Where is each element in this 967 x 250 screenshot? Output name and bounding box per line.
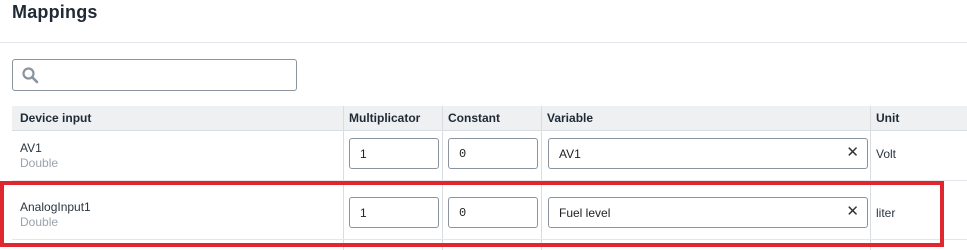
column-header-multiplicator: Multiplicator	[349, 111, 421, 125]
search-field[interactable]	[12, 59, 297, 91]
column-header-unit: Unit	[876, 111, 900, 125]
page-title: Mappings	[12, 2, 98, 22]
unit-value: Volt	[876, 147, 897, 161]
variable-select[interactable]: AV1 ✕	[548, 138, 868, 169]
highlight-box	[0, 181, 944, 247]
constant-value: 0	[459, 147, 467, 161]
multiplicator-input[interactable]: 1	[349, 138, 439, 169]
device-input-name: AV1	[20, 141, 42, 155]
table-header: Device input Multiplicator Constant Vari…	[12, 106, 967, 131]
search-input[interactable]	[45, 64, 290, 86]
column-header-variable: Variable	[547, 111, 594, 125]
device-input-type: Double	[20, 156, 59, 170]
close-icon[interactable]: ✕	[846, 145, 859, 161]
multiplicator-value: 1	[360, 147, 367, 161]
constant-input[interactable]: 0	[448, 138, 538, 169]
search-icon	[22, 67, 39, 84]
column-header-constant: Constant	[448, 111, 500, 125]
column-header-device-input: Device input	[20, 111, 92, 125]
title-divider	[0, 42, 967, 43]
variable-value: AV1	[559, 147, 581, 161]
table-row: AV1 Double 1 0 AV1 ✕ Volt	[12, 131, 967, 181]
